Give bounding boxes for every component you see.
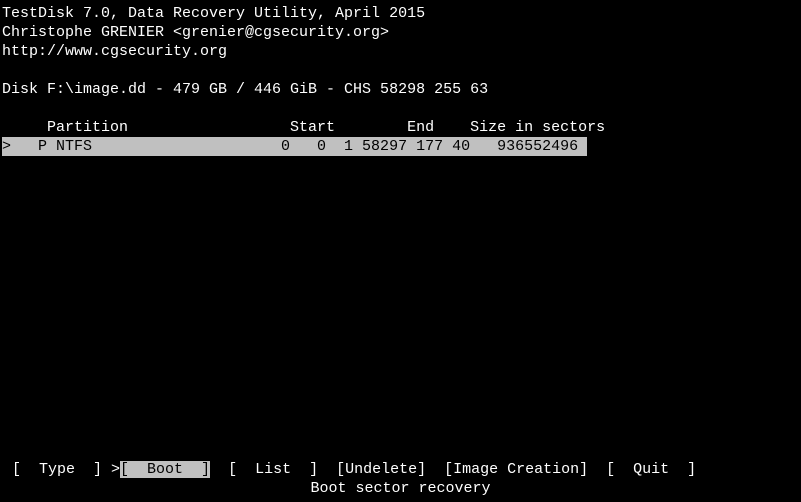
menu-row: [ Type ] >[ Boot ] [ List ] [Undelete] [… <box>0 460 801 479</box>
terminal-screen: TestDisk 7.0, Data Recovery Utility, Apr… <box>0 0 801 502</box>
url-line: http://www.cgsecurity.org <box>2 42 799 61</box>
menu-boot-selected[interactable]: [ Boot ] <box>120 461 210 478</box>
menu-list[interactable]: [ List ] <box>210 461 336 478</box>
blank-line <box>2 99 799 118</box>
menu-description: Boot sector recovery <box>0 479 801 498</box>
menu-undelete[interactable]: [Undelete] <box>336 461 444 478</box>
bottom-menu: [ Type ] >[ Boot ] [ List ] [Undelete] [… <box>0 460 801 498</box>
menu-quit[interactable]: [ Quit ] <box>588 461 696 478</box>
partition-table-header: Partition Start End Size in sectors <box>2 118 799 137</box>
blank-line <box>2 61 799 80</box>
app-title: TestDisk 7.0, Data Recovery Utility, Apr… <box>2 4 799 23</box>
menu-image-creation[interactable]: [Image Creation] <box>444 461 588 478</box>
disk-info: Disk F:\image.dd - 479 GB / 446 GiB - CH… <box>2 80 799 99</box>
author-line: Christophe GRENIER <grenier@cgsecurity.o… <box>2 23 799 42</box>
menu-cursor: > <box>111 461 120 478</box>
partition-row-selected[interactable]: > P NTFS 0 0 1 58297 177 40 936552496 <box>2 137 587 156</box>
menu-type[interactable]: [ Type ] <box>12 461 102 478</box>
